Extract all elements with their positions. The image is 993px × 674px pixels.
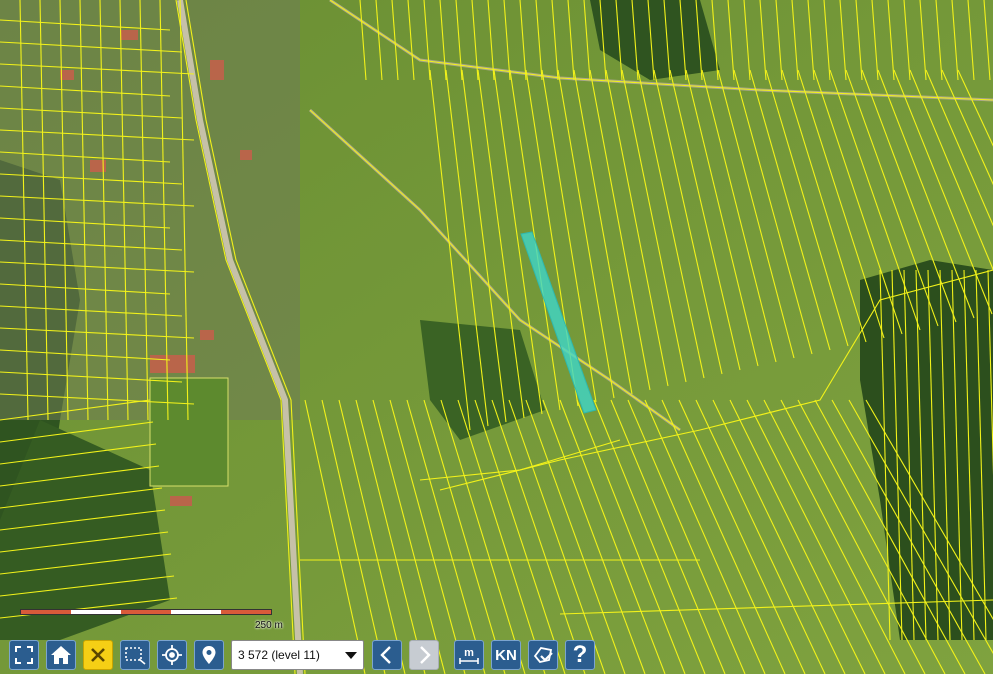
scale-segment [121,610,171,614]
select-area-button[interactable] [120,640,150,670]
home-button[interactable] [46,640,76,670]
parcel-info-button[interactable] [528,640,558,670]
map-view[interactable] [0,0,993,674]
dropdown-caret-icon [345,651,357,659]
back-button[interactable] [372,640,402,670]
scale-select[interactable]: 3 572 (level 11) [231,640,364,670]
locate-button[interactable] [157,640,187,670]
cadastre-label: KN [495,646,517,664]
marker-button[interactable] [194,640,224,670]
parcel-icon [533,647,553,663]
scale-segment [221,610,271,614]
map-pin-icon [202,646,216,664]
crosshair-icon [162,645,182,665]
sports-field [149,377,229,487]
forward-button[interactable] [409,640,439,670]
help-label: ? [572,641,588,668]
measure-label: m [464,647,474,659]
scale-segment [171,610,221,614]
measure-button[interactable]: m [454,640,484,670]
scale-select-value: 3 572 (level 11) [238,648,320,662]
scale-segment [71,610,121,614]
close-button[interactable] [83,640,113,670]
chevron-right-icon [420,646,431,664]
map-toolbar: 3 572 (level 11) m KN ? [0,638,993,672]
close-icon [91,648,105,662]
help-button[interactable]: ? [565,640,595,670]
select-area-icon [125,647,146,665]
measure-icon: m [459,647,479,664]
home-icon [51,646,71,664]
scale-label: 250 m [255,620,283,631]
fullscreen-button[interactable] [9,640,39,670]
chevron-left-icon [380,646,391,664]
scale-segment [21,610,71,614]
fullscreen-icon [15,646,33,664]
cadastre-button[interactable]: KN [491,640,521,670]
scale-bar [20,609,272,615]
